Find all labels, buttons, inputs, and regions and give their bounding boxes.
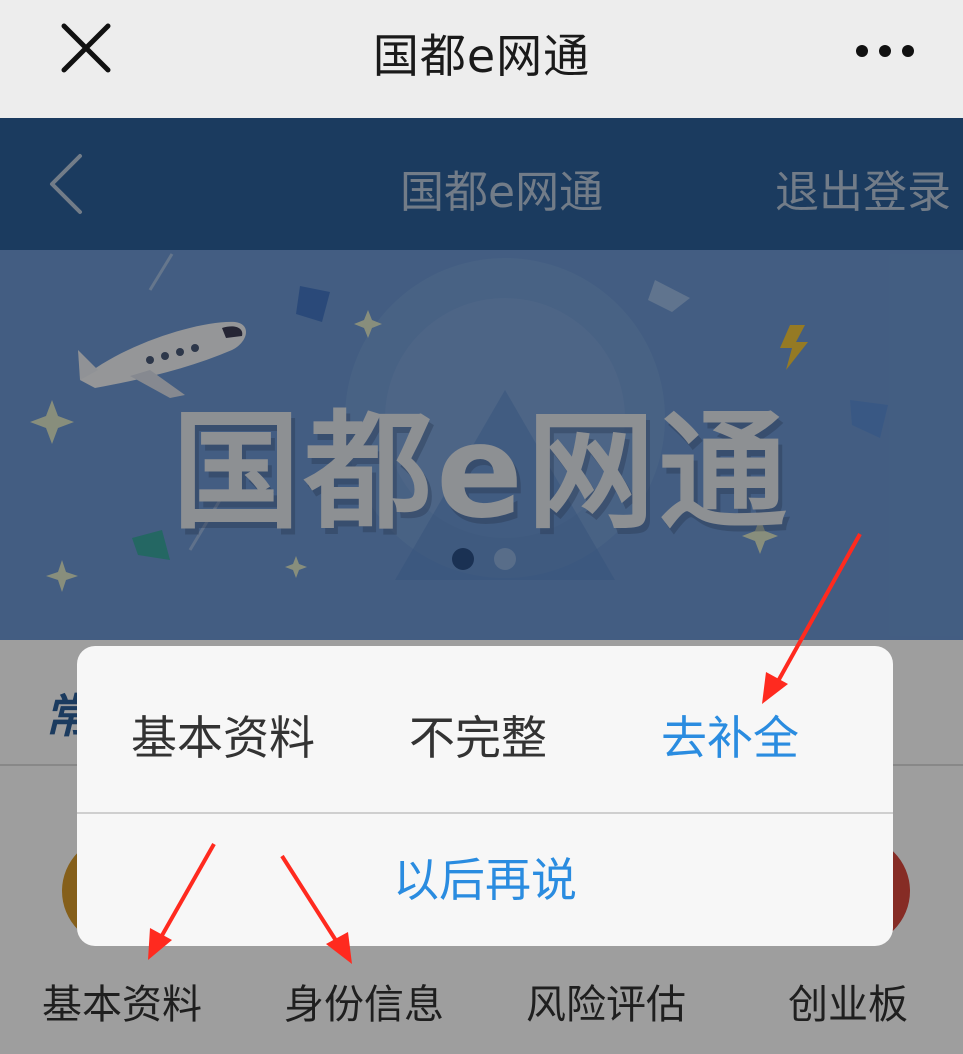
- more-icon[interactable]: [855, 44, 915, 58]
- incomplete-info-dialog: 基本资料 不完整 去补全 以后再说: [77, 646, 893, 946]
- page: 国都e网通 国都e网通 退出登录 国都e网通 常 基本资料 身份信息 风险评估 …: [0, 0, 963, 1054]
- dialog-item-label: 基本资料: [131, 711, 315, 765]
- dialog-info-row: 基本资料 不完整 去补全: [77, 646, 893, 812]
- later-button[interactable]: 以后再说: [77, 814, 893, 946]
- complete-now-button[interactable]: 去补全: [661, 702, 799, 768]
- dialog-item-status: 不完整: [409, 711, 547, 765]
- wechat-top-bar: 国都e网通: [0, 0, 963, 118]
- wechat-title: 国都e网通: [372, 29, 591, 83]
